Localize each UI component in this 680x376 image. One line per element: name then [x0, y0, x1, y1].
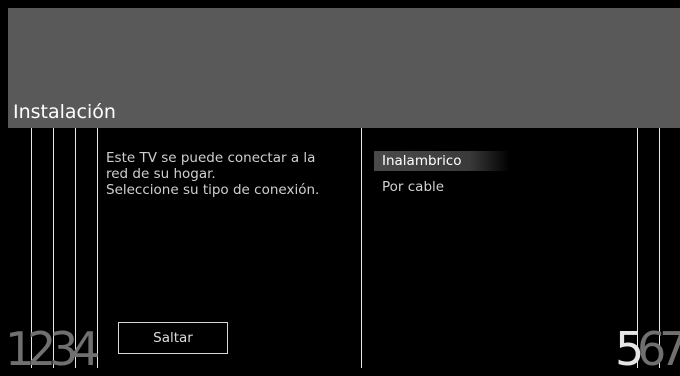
divider-line [361, 128, 362, 368]
option-wireless[interactable]: Inalambrico [374, 151, 510, 171]
option-wired[interactable]: Por cable [374, 177, 510, 197]
step-number-7: 7 [659, 322, 680, 376]
step-number-4: 4 [71, 322, 100, 376]
skip-button[interactable]: Saltar [118, 322, 228, 354]
step-line [97, 128, 98, 368]
setup-description: Este TV se puede conectar a la red de su… [106, 150, 320, 198]
page-title: Instalación [13, 101, 116, 123]
